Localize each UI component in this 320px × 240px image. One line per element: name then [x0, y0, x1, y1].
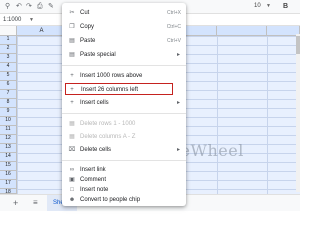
menu-item-label: Delete columns A - Z	[80, 134, 136, 140]
scrollbar-thumb[interactable]	[296, 36, 300, 54]
menu-divider	[62, 113, 186, 114]
all-sheets-button[interactable]: ≡	[33, 198, 38, 207]
row-header[interactable]: 9	[0, 108, 17, 117]
link-icon: ∞	[69, 167, 75, 173]
menu-item-delete-rows[interactable]: ▦ Delete rows 1 - 1000	[62, 118, 186, 130]
menu-item-insert-rows[interactable]: + Insert 1000 rows above	[62, 70, 186, 82]
menu-item-label: Insert note	[80, 187, 109, 193]
add-sheet-button[interactable]: +	[13, 199, 18, 208]
chevron-down-icon[interactable]: ▼	[29, 17, 34, 23]
people-chip-icon: ☻	[68, 197, 76, 203]
context-menu: ✂ Cut Ctrl+X ❐ Copy Ctrl+C ▤ Paste Ctrl+…	[62, 3, 186, 206]
row-header[interactable]: 6	[0, 81, 17, 90]
menu-item-label: Paste special	[80, 52, 116, 58]
chevron-down-icon[interactable]: ▼	[266, 3, 271, 9]
plus-icon: +	[70, 73, 74, 79]
row-header[interactable]: 13	[0, 144, 17, 153]
menu-item-label: Cut	[80, 10, 90, 16]
font-size-value[interactable]: 10	[254, 3, 261, 9]
menu-item-shortcut: Ctrl+V	[166, 38, 181, 44]
redo-icon[interactable]: ↷	[26, 3, 32, 11]
row-header[interactable]: 14	[0, 153, 17, 162]
menu-item-label: Delete cells	[80, 147, 112, 153]
select-all-corner[interactable]	[0, 26, 17, 36]
menu-item-label: Paste	[80, 38, 96, 44]
vertical-scrollbar[interactable]	[296, 34, 300, 192]
menu-item-label: Comment	[80, 177, 107, 183]
menu-item-label: Insert cells	[80, 100, 109, 106]
name-box[interactable]: 1:1000	[3, 17, 21, 23]
clipboard-icon: ▤	[69, 52, 75, 58]
menu-item-paste-special[interactable]: ▤ Paste special ▸	[62, 49, 186, 61]
clipboard-icon: ▤	[69, 38, 75, 44]
menu-item-paste[interactable]: ▤ Paste Ctrl+V	[62, 35, 186, 47]
row-header[interactable]: 4	[0, 63, 17, 72]
comment-icon: ▣	[69, 177, 75, 183]
trash-icon: ▦	[69, 121, 75, 127]
menu-item-people-chip[interactable]: ☻ Convert to people chip	[62, 194, 186, 206]
menu-item-copy[interactable]: ❐ Copy Ctrl+C	[62, 21, 186, 33]
row-header[interactable]: 1	[0, 36, 17, 45]
row-header[interactable]: 17	[0, 180, 17, 189]
chevron-right-icon: ▸	[176, 100, 180, 106]
column-header-a[interactable]: A	[17, 26, 67, 36]
menu-item-label: Copy	[80, 24, 95, 30]
menu-item-delete-columns[interactable]: ▦ Delete columns A - Z	[62, 131, 186, 143]
menu-item-label: Delete rows 1 - 1000	[80, 121, 136, 127]
chevron-right-icon: ▸	[176, 52, 180, 58]
row-header[interactable]: 15	[0, 162, 17, 171]
row-header[interactable]: 10	[0, 117, 17, 126]
paint-format-icon[interactable]: ✎	[48, 3, 54, 11]
menu-item-shortcut: Ctrl+C	[166, 24, 181, 30]
row-header[interactable]: 3	[0, 54, 17, 63]
print-icon[interactable]: ⎙	[37, 3, 43, 11]
trash-icon: ▦	[69, 134, 75, 140]
row-header[interactable]: 2	[0, 45, 17, 54]
menu-item-insert-columns[interactable]: + Insert 26 columns left	[65, 83, 173, 95]
row-header[interactable]: 5	[0, 72, 17, 81]
menu-divider	[62, 65, 186, 66]
menu-item-label: Insert 26 columns left	[81, 87, 139, 93]
menu-item-label: Convert to people chip	[80, 197, 141, 203]
menu-item-delete-cells[interactable]: ⌧ Delete cells ▸	[62, 144, 186, 156]
row-header[interactable]: 11	[0, 126, 17, 135]
menu-item-cut[interactable]: ✂ Cut Ctrl+X	[62, 7, 186, 19]
copy-icon: ❐	[69, 24, 75, 30]
plus-icon: +	[70, 100, 74, 106]
scissors-icon: ✂	[69, 10, 75, 16]
row-header[interactable]: 16	[0, 171, 17, 180]
menu-item-insert-cells[interactable]: + Insert cells ▸	[62, 97, 186, 109]
row-header[interactable]: 7	[0, 90, 17, 99]
menu-item-label: Insert 1000 rows above	[80, 73, 143, 79]
plus-icon: +	[70, 87, 74, 93]
undo-icon[interactable]: ↶	[16, 3, 22, 11]
search-icon[interactable]: ⚲	[5, 3, 10, 11]
menu-item-label: Insert link	[80, 167, 106, 173]
menu-divider	[62, 160, 186, 161]
bold-button[interactable]: B	[283, 3, 288, 10]
row-header[interactable]: 8	[0, 99, 17, 108]
chevron-right-icon: ▸	[176, 147, 180, 153]
note-icon: □	[70, 187, 74, 193]
menu-item-shortcut: Ctrl+X	[166, 10, 181, 16]
row-header[interactable]: 12	[0, 135, 17, 144]
x-box-icon: ⌧	[68, 147, 76, 153]
column-header[interactable]	[217, 26, 267, 36]
